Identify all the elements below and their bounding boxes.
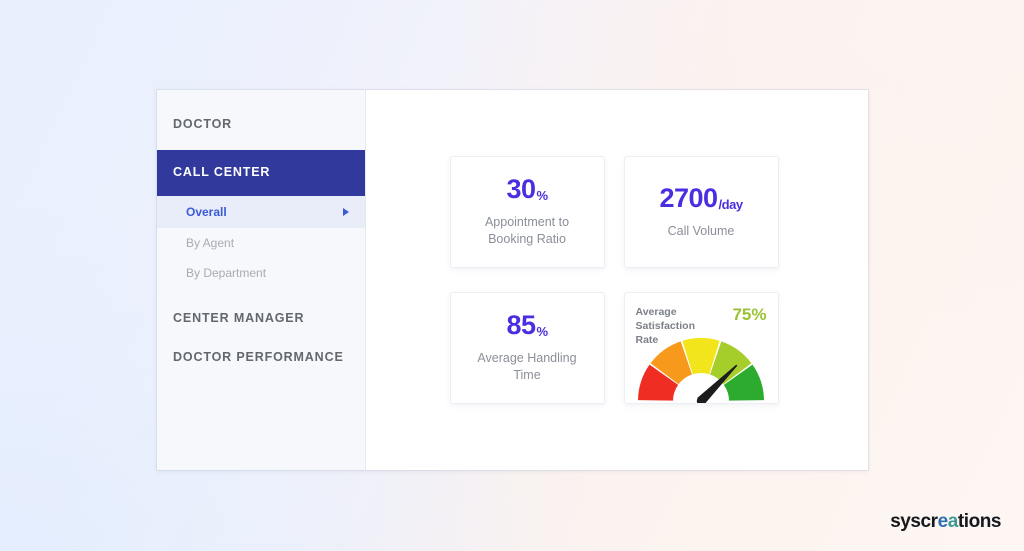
metric-value: 85% xyxy=(506,310,548,341)
kpi-card-appointment-to-booking-ratio[interactable]: 30% Appointment to Booking Ratio xyxy=(449,156,605,268)
sidebar-subitem-by-agent[interactable]: By Agent xyxy=(157,228,365,258)
sidebar-subitem-overall[interactable]: Overall xyxy=(157,195,365,228)
logo-text-part2: tions xyxy=(957,511,1002,532)
kpi-card-grid: 30% Appointment to Booking Ratio 2700/da… xyxy=(449,156,779,470)
metric-unit: /day xyxy=(718,196,744,212)
sidebar-subitem-by-agent-label: By Agent xyxy=(186,235,235,250)
gauge-segments xyxy=(638,338,764,401)
kpi-card-call-volume[interactable]: 2700/day Call Volume xyxy=(623,156,779,268)
logo-letter-e: e xyxy=(937,511,949,532)
metric-value: 2700/day xyxy=(659,182,744,213)
sidebar-subitem-by-department[interactable]: By Department xyxy=(157,258,365,288)
sidebar-item-doctor[interactable]: DOCTOR xyxy=(157,96,365,150)
gauge-svg xyxy=(638,338,764,403)
syscreations-logo: syscreations xyxy=(890,512,1001,531)
metric-unit: % xyxy=(536,324,548,340)
satisfaction-gauge-chart xyxy=(633,335,769,403)
sidebar-nav: DOCTOR CALL CENTER Overall By Agent By D… xyxy=(157,90,366,470)
metric-number: 2700 xyxy=(659,182,718,213)
sidebar-item-call-center[interactable]: CALL CENTER xyxy=(157,149,365,196)
gauge-percent-value: 75% xyxy=(732,305,767,324)
kpi-card-average-handling-time[interactable]: 85% Average Handling Time xyxy=(449,292,605,404)
logo-text-part1: syscr xyxy=(890,511,938,532)
metric-value: 30% xyxy=(506,174,548,205)
metric-label: Appointment to Booking Ratio xyxy=(484,215,570,246)
sidebar-subitem-overall-label: Overall xyxy=(186,204,227,219)
metric-label: Call Volume xyxy=(667,223,735,238)
dashboard-content: 30% Appointment to Booking Ratio 2700/da… xyxy=(366,90,868,470)
metric-number: 85 xyxy=(506,310,536,341)
metric-number: 30 xyxy=(506,174,536,205)
dashboard-window: DOCTOR CALL CENTER Overall By Agent By D… xyxy=(157,90,868,470)
sidebar-subitem-by-department-label: By Department xyxy=(186,266,267,281)
chevron-right-icon xyxy=(343,207,349,216)
metric-unit: % xyxy=(536,188,548,204)
sidebar-item-doctor-performance[interactable]: DOCTOR PERFORMANCE xyxy=(157,338,365,378)
metric-label: Average Handling Time xyxy=(477,351,577,382)
sidebar-item-center-manager[interactable]: CENTER MANAGER xyxy=(157,299,365,339)
kpi-card-average-satisfaction-rate[interactable]: Average Satisfaction Rate 75% xyxy=(623,292,779,404)
logo-letter-a: a xyxy=(947,511,959,532)
